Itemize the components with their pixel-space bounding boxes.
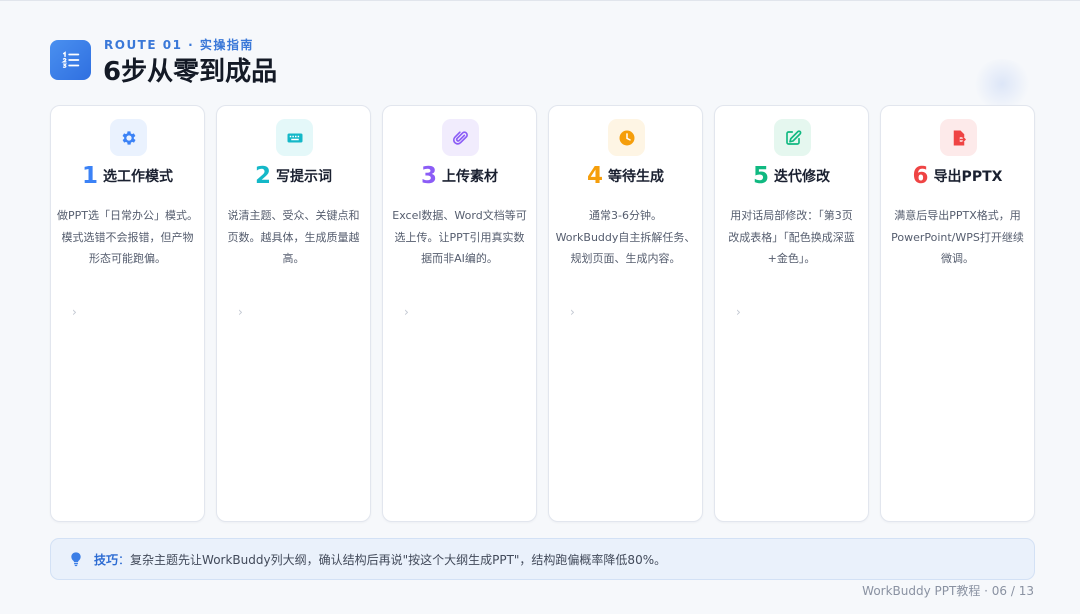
step-heading: 1 选工作模式: [51, 163, 204, 189]
description-line: WorkBuddy自主拆解任务、: [555, 230, 696, 244]
step-card-4: 4 等待生成通常3-6分钟。 WorkBuddy自主拆解任务、 规划页面、生成内容。 ›: [548, 105, 703, 522]
step-card-2: 2 写提示词说清主题、受众、关键点和 页数。越具体，生成质量越 高。 ›: [216, 105, 371, 522]
tip-banner: 技巧 ： 复杂主题先让WorkBuddy列大纲，确认结构后再说"按这个大纲生成P…: [50, 538, 1035, 580]
step-description: 通常3-6分钟。 WorkBuddy自主拆解任务、 规划页面、生成内容。: [554, 205, 697, 270]
clock-icon: [608, 119, 645, 156]
description-line: 做PPT选「日常办公」模式。: [57, 209, 198, 222]
gear-icon: [110, 119, 147, 156]
step-title: 上传素材: [442, 169, 498, 185]
step-heading: 2 写提示词: [217, 163, 370, 189]
chevron-right-icon: ›: [570, 305, 575, 319]
step-title: 迭代修改: [774, 169, 830, 185]
description-line: PowerPoint/WPS打开继续: [891, 230, 1024, 244]
step-description: 用对话局部修改：「第3页 改成表格」「配色换成深蓝 +金色」。: [720, 205, 863, 270]
chevron-right-icon: ›: [404, 305, 409, 319]
description-line: Excel数据、Word文档等可: [392, 209, 527, 222]
step-heading: 3 上传素材: [383, 163, 536, 189]
tip-separator: ：: [118, 552, 131, 567]
step-heading: 5 迭代修改: [715, 163, 868, 189]
page-title: 6步从零到成品: [103, 57, 278, 87]
description-line: 模式选错不会报错，但产物: [61, 230, 194, 244]
list-icon: [50, 40, 91, 80]
description-line: 高。: [282, 252, 305, 265]
step-title: 写提示词: [276, 169, 332, 185]
description-line: 改成表格」「配色换成深蓝: [728, 230, 855, 244]
step-number: 5: [752, 163, 769, 189]
chevron-right-icon: ›: [736, 305, 741, 319]
step-number: 2: [254, 163, 271, 189]
description-line: 通常3-6分钟。: [589, 209, 662, 222]
step-number: 6: [912, 163, 929, 189]
step-description: Excel数据、Word文档等可 选上传。让PPT引用真实数 据而非AI编的。: [388, 205, 531, 270]
tip-text: 复杂主题先让WorkBuddy列大纲，确认结构后再说"按这个大纲生成PPT"，结…: [130, 552, 667, 567]
description-line: 据而非AI编的。: [421, 252, 498, 265]
decorative-glow: [972, 59, 1032, 109]
tip-label: 技巧: [94, 552, 119, 567]
edit-icon: [774, 119, 811, 156]
step-card-1: 1 选工作模式做PPT选「日常办公」模式。 模式选错不会报错，但产物 形态可能跑偏。 ›: [50, 105, 205, 522]
description-line: 说清主题、受众、关键点和: [227, 209, 360, 222]
lightbulb-icon: [71, 552, 81, 567]
step-number: 1: [81, 163, 98, 189]
chevron-right-icon: ›: [72, 305, 77, 319]
paperclip-icon: [442, 119, 479, 156]
description-line: 满意后导出PPTX格式，用: [894, 209, 1021, 222]
description-line: 形态可能跑偏。: [89, 252, 166, 265]
step-card-6: 6 导出PPTX 满意后导出PPTX格式，用 PowerPoint/WPS打开继续 微调…: [880, 105, 1035, 522]
step-card-3: 3 上传素材 Excel数据、Word文档等可 选上传。让PPT引用真实数 据而非AI编…: [382, 105, 537, 522]
step-number: 4: [586, 163, 603, 189]
chevron-right-icon: ›: [238, 305, 243, 319]
description-line: 用对话局部修改：「第3页: [730, 209, 853, 222]
step-title: 选工作模式: [103, 169, 173, 185]
step-description: 满意后导出PPTX格式，用 PowerPoint/WPS打开继续 微调。: [886, 205, 1029, 270]
step-title: 等待生成: [608, 169, 664, 185]
step-number: 3: [420, 163, 437, 189]
step-heading: 6 导出PPTX: [881, 163, 1034, 189]
description-line: +金色」。: [767, 252, 816, 265]
description-line: 页数。越具体，生成质量越: [227, 230, 360, 244]
step-card-5: 5 迭代修改用对话局部修改：「第3页 改成表格」「配色换成深蓝 +金色」。 ›: [714, 105, 869, 522]
steps-row: 1 选工作模式做PPT选「日常办公」模式。 模式选错不会报错，但产物 形态可能跑偏。 ›…: [50, 105, 1035, 522]
slide: ROUTE 01 · 实操指南 6步从零到成品 1 选工作模式 做PPT选「日常办公…: [0, 0, 1080, 614]
step-heading: 4 等待生成: [549, 163, 702, 189]
description-line: 选上传。让PPT引用真实数: [394, 230, 525, 244]
step-description: 说清主题、受众、关键点和 页数。越具体，生成质量越 高。: [222, 205, 365, 270]
keyboard-icon: [276, 119, 313, 156]
description-line: 规划页面、生成内容。: [570, 252, 681, 265]
description-line: 微调。: [941, 252, 974, 265]
step-title: 导出PPTX: [933, 169, 1003, 185]
step-description: 做PPT选「日常办公」模式。 模式选错不会报错，但产物 形态可能跑偏。: [56, 205, 199, 270]
file-export-icon: [940, 119, 977, 156]
footer-page-info: WorkBuddy PPT教程 · 06 / 13: [862, 584, 1034, 598]
